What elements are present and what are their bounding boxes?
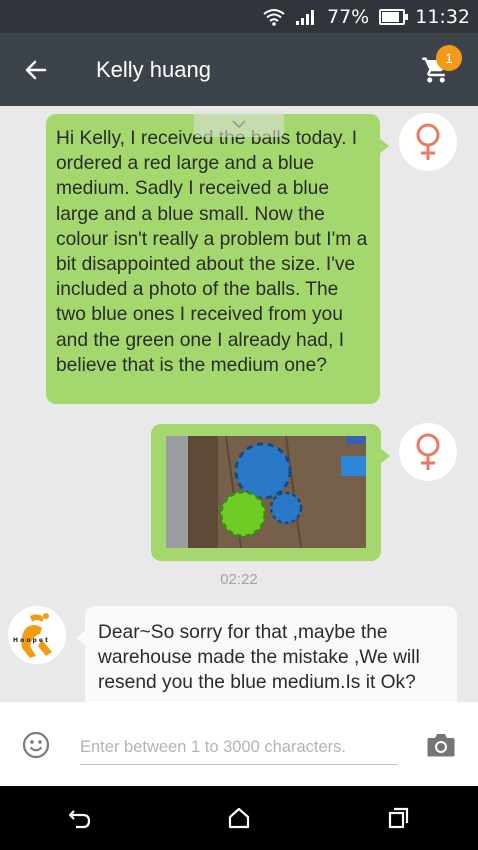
outgoing-image-bubble[interactable] bbox=[151, 424, 390, 561]
wifi-icon bbox=[263, 8, 285, 26]
back-button[interactable] bbox=[0, 33, 72, 106]
status-bar: 77% 11:32 bbox=[0, 0, 478, 33]
message-input[interactable] bbox=[80, 730, 398, 765]
system-nav-bar bbox=[0, 786, 478, 850]
page-title: Kelly huang bbox=[96, 56, 211, 82]
camera-button[interactable] bbox=[426, 732, 456, 758]
home-nav-icon bbox=[228, 807, 250, 829]
chat-area[interactable]: Hi Kelly, I received the balls today. I … bbox=[0, 106, 478, 702]
chevron-down-icon bbox=[232, 120, 246, 129]
collapse-handle[interactable] bbox=[194, 111, 284, 137]
outgoing-message-bubble[interactable]: Hi Kelly, I received the balls today. I … bbox=[46, 114, 389, 404]
shop-logo-icon: H o o p e t bbox=[8, 606, 66, 664]
cart-button[interactable]: 1 bbox=[406, 33, 466, 106]
signal-icon bbox=[295, 8, 317, 26]
input-bar bbox=[0, 702, 478, 786]
battery-icon bbox=[379, 8, 409, 25]
message-text: Hi Kelly, I received the balls today. I … bbox=[56, 128, 368, 376]
avatar[interactable] bbox=[399, 113, 457, 171]
app-bar: Kelly huang 1 bbox=[0, 33, 478, 106]
cart-badge: 1 bbox=[436, 45, 462, 71]
nav-back-button[interactable] bbox=[50, 786, 110, 850]
avatar[interactable] bbox=[399, 423, 457, 481]
photo-thumbnail[interactable] bbox=[166, 436, 366, 548]
camera-icon bbox=[427, 734, 455, 757]
recents-nav-icon bbox=[389, 807, 409, 829]
message-timestamp: 02:22 bbox=[220, 571, 258, 588]
emoji-icon bbox=[22, 731, 50, 759]
battery-percent: 77% bbox=[327, 5, 370, 28]
female-symbol-icon bbox=[416, 433, 440, 470]
back-arrow-icon bbox=[25, 60, 47, 79]
svg-text:H o o p e t: H o o p e t bbox=[13, 637, 48, 644]
incoming-message-bubble[interactable]: Dear~So sorry for that ,maybe the wareho… bbox=[76, 606, 457, 702]
message-text: Dear~So sorry for that ,maybe the wareho… bbox=[98, 622, 420, 694]
back-nav-icon bbox=[68, 810, 90, 829]
emoji-button[interactable] bbox=[22, 731, 50, 759]
shop-avatar[interactable]: H o o p e t bbox=[8, 606, 66, 664]
female-symbol-icon bbox=[416, 123, 440, 160]
clock: 11:32 bbox=[415, 5, 470, 28]
nav-recents-button[interactable] bbox=[368, 786, 428, 850]
nav-home-button[interactable] bbox=[209, 786, 269, 850]
